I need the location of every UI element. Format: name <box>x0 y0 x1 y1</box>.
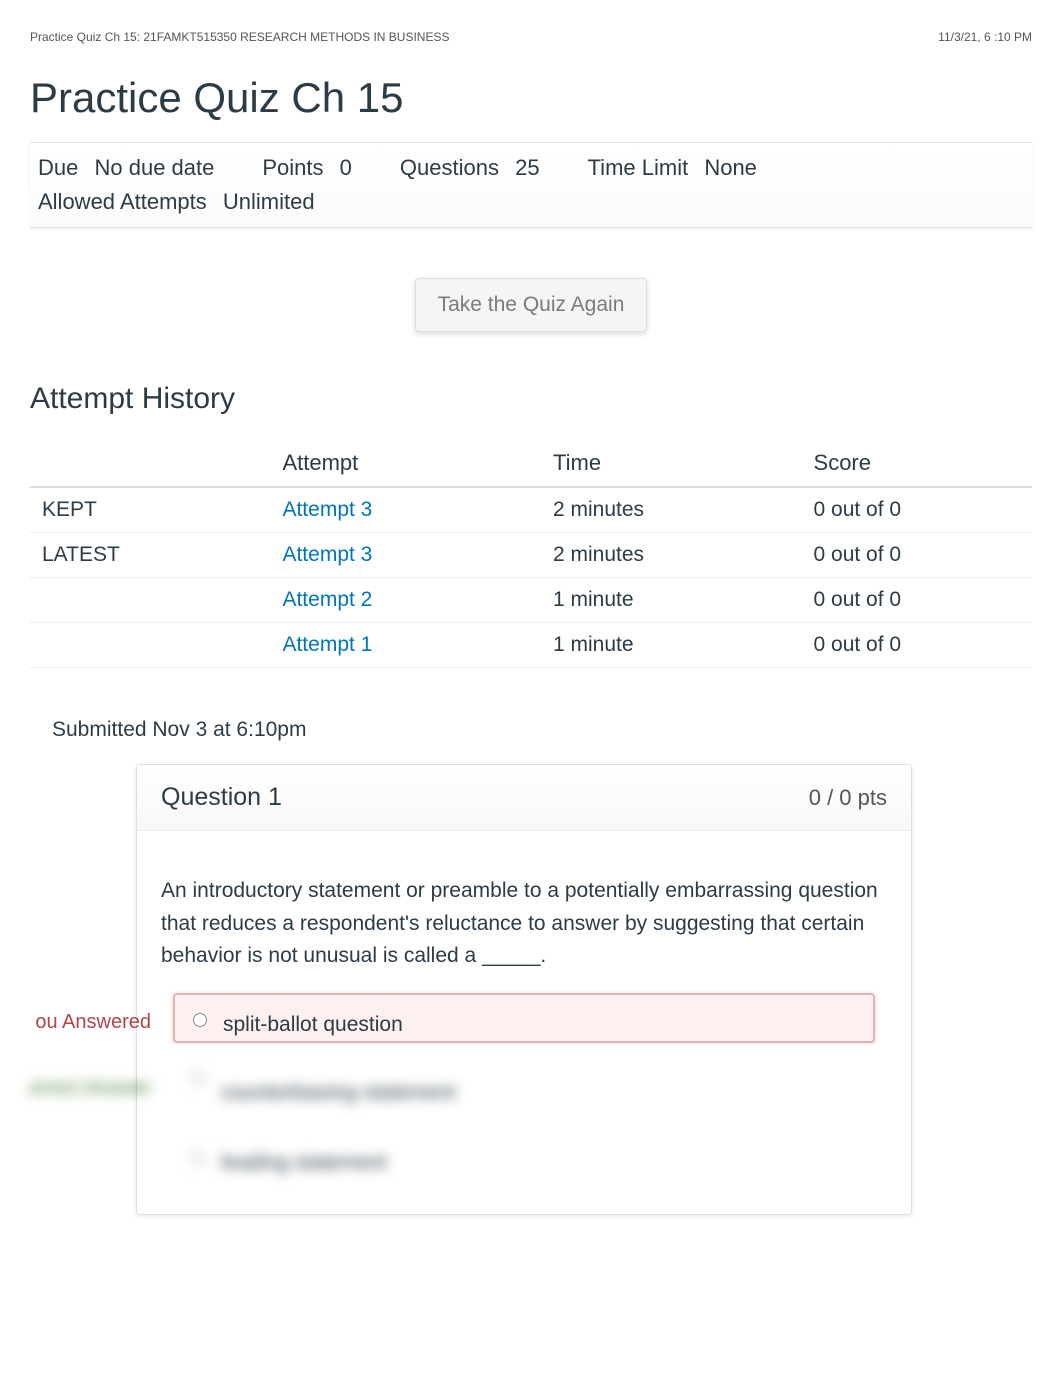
history-col-score: Score <box>802 440 1032 487</box>
row-score: 0 out of 0 <box>802 487 1032 533</box>
answer-text: split-ballot question <box>223 1013 403 1036</box>
quiz-meta-box: Due No due date Points 0 Questions 25 Ti… <box>30 142 1032 228</box>
meta-time-limit: Time Limit None <box>588 155 757 181</box>
row-time: 1 minute <box>541 623 802 668</box>
take-quiz-again-button[interactable]: Take the Quiz Again <box>415 278 648 332</box>
row-tag <box>30 623 270 668</box>
row-tag: KEPT <box>30 487 270 533</box>
row-tag: LATEST <box>30 533 270 578</box>
attempt-link[interactable]: Attempt 2 <box>282 588 372 611</box>
page-breadcrumb: Practice Quiz Ch 15: 21FAMKT515350 RESEA… <box>30 30 449 44</box>
page-timestamp: 11/3/21, 6 :10 PM <box>938 30 1032 44</box>
submitted-timestamp: Submitted Nov 3 at 6:10pm <box>52 718 1032 742</box>
row-time: 1 minute <box>541 578 802 623</box>
correct-answer-label: orrect Answer <box>11 1073 151 1104</box>
history-col-blank <box>30 440 270 487</box>
row-score: 0 out of 0 <box>802 578 1032 623</box>
radio-icon <box>191 1151 205 1165</box>
row-time: 2 minutes <box>541 533 802 578</box>
attempt-history-title: Attempt History <box>30 382 1032 416</box>
answer-text: counterbiasing statement <box>221 1081 456 1104</box>
radio-icon <box>193 1013 207 1027</box>
history-col-time: Time <box>541 440 802 487</box>
question-label: Question 1 <box>161 783 282 812</box>
row-score: 0 out of 0 <box>802 533 1032 578</box>
table-row: Attempt 2 1 minute 0 out of 0 <box>30 578 1032 623</box>
meta-questions: Questions 25 <box>400 155 540 181</box>
question-points: 0 / 0 pts <box>809 785 887 811</box>
question-card: Question 1 0 / 0 pts An introductory sta… <box>136 764 912 1215</box>
you-answered-label: ou Answered <box>11 1007 151 1038</box>
table-row: LATEST Attempt 3 2 minutes 0 out of 0 <box>30 533 1032 578</box>
meta-allowed-attempts: Allowed Attempts Unlimited <box>38 189 315 215</box>
history-col-attempt: Attempt <box>270 440 541 487</box>
attempt-history-table: Attempt Time Score KEPT Attempt 3 2 minu… <box>30 440 1032 668</box>
row-tag <box>30 578 270 623</box>
attempt-link[interactable]: Attempt 3 <box>282 543 372 566</box>
answer-text: leading statement <box>221 1151 387 1174</box>
attempt-link[interactable]: Attempt 1 <box>282 633 372 656</box>
row-score: 0 out of 0 <box>802 623 1032 668</box>
answer-option-selected-wrong: split-ballot question <box>173 993 875 1043</box>
meta-due: Due No due date <box>38 155 214 181</box>
quiz-title: Practice Quiz Ch 15 <box>30 74 1032 122</box>
table-row: Attempt 1 1 minute 0 out of 0 <box>30 623 1032 668</box>
question-text: An introductory statement or preamble to… <box>161 875 887 973</box>
row-time: 2 minutes <box>541 487 802 533</box>
table-row: KEPT Attempt 3 2 minutes 0 out of 0 <box>30 487 1032 533</box>
attempt-link[interactable]: Attempt 3 <box>282 498 372 521</box>
meta-points: Points 0 <box>262 155 352 181</box>
answer-option: leading statement <box>173 1143 875 1184</box>
radio-icon <box>191 1071 205 1085</box>
answer-option-correct: counterbiasing statement <box>173 1063 875 1124</box>
